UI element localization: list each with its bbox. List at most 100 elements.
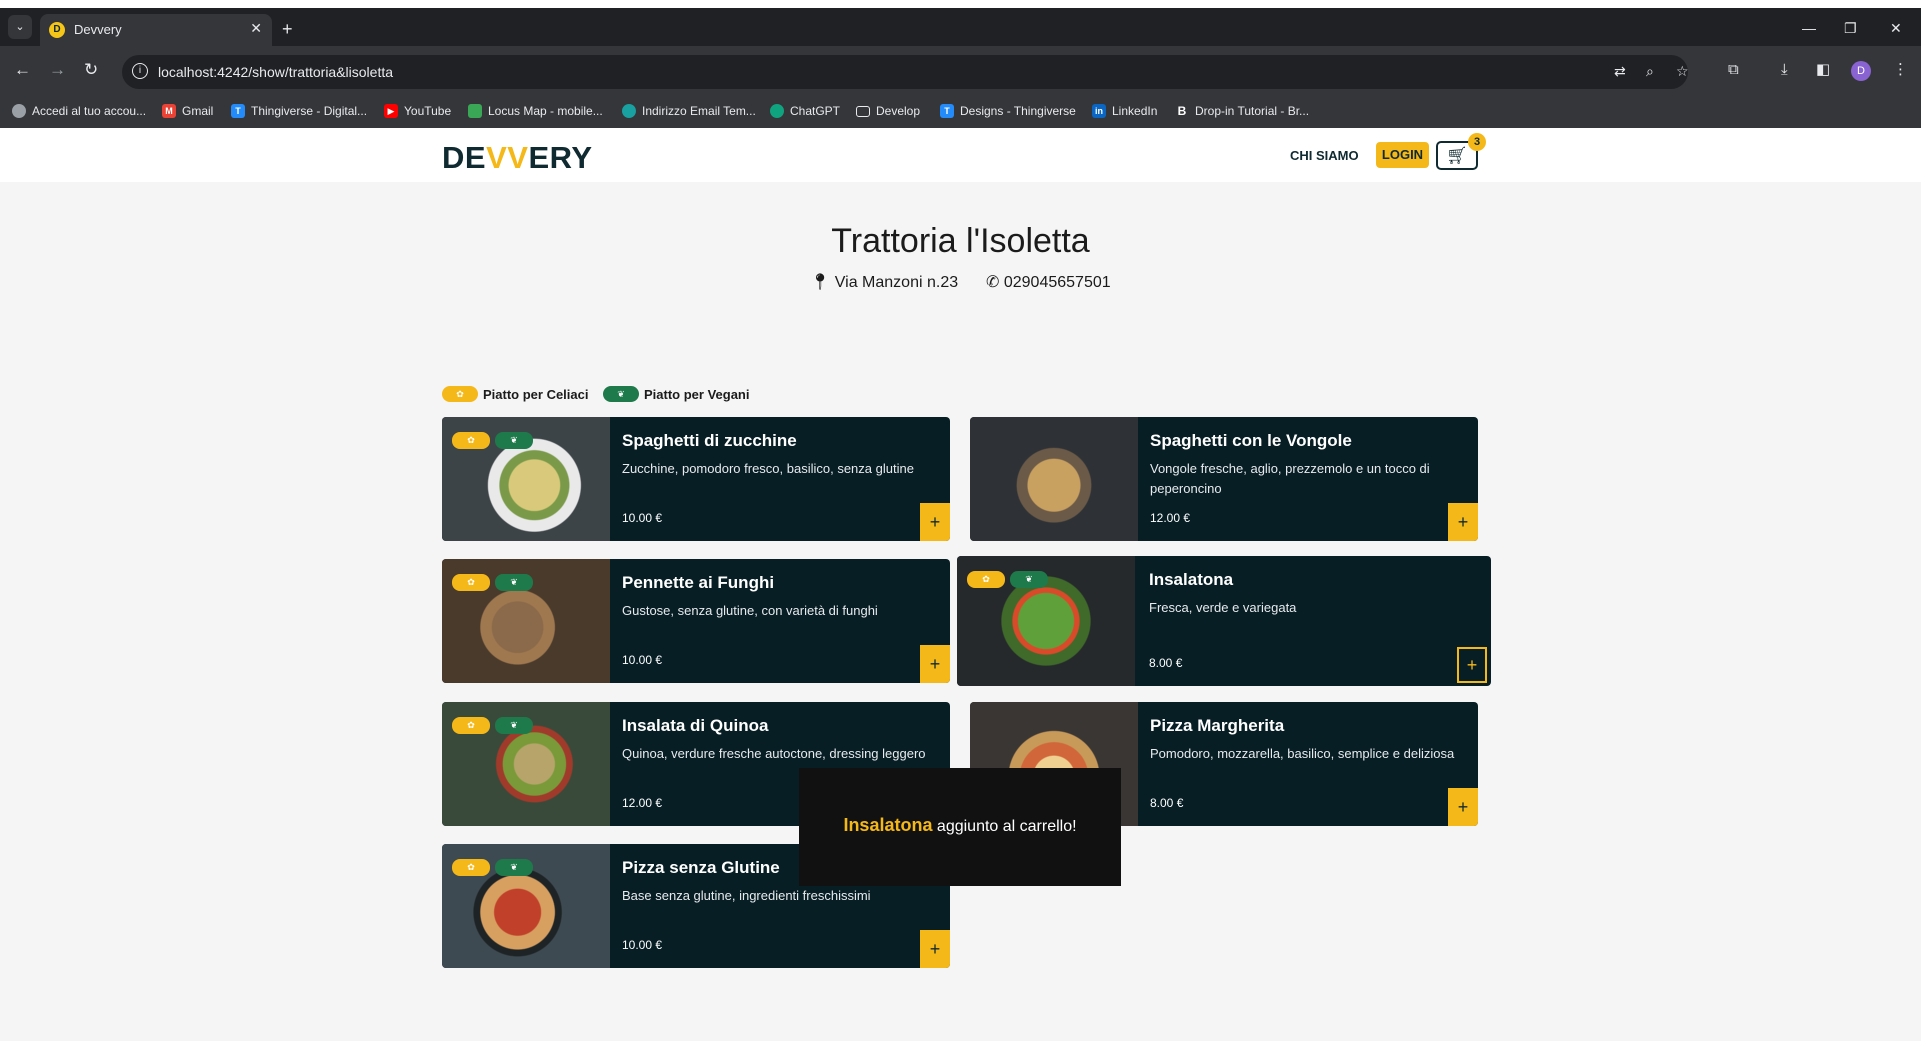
bookmark-develop-folder[interactable]: Develop [856, 104, 920, 118]
reload-icon[interactable]: ↻ [84, 60, 98, 80]
minimize-icon[interactable]: — [1802, 21, 1816, 35]
vegan-leaf-icon: ❦ [495, 859, 533, 876]
bookmark-dropin-tutorial[interactable]: B Drop-in Tutorial - Br... [1175, 104, 1309, 118]
dish-description: Fresca, verde e variegata [1149, 600, 1297, 615]
login-button[interactable]: LOGIN [1376, 142, 1429, 168]
profile-avatar[interactable]: D [1851, 61, 1871, 81]
dish-badges: ✿ ❦ [452, 574, 538, 591]
dish-price: 12.00 € [1150, 511, 1191, 525]
address-bar[interactable]: i localhost:4242/show/trattoria&lisolett… [122, 55, 1689, 89]
dish-badges: ✿ ❦ [452, 717, 538, 734]
menu-icon[interactable]: ⋮ [1893, 61, 1908, 79]
dish-name: Pizza senza Glutine [622, 858, 780, 877]
tab-close-icon[interactable]: ✕ [250, 20, 262, 37]
extensions-icon[interactable]: ⧉ [1728, 61, 1739, 79]
bookmark-chatgpt[interactable]: ChatGPT [770, 104, 840, 118]
vegan-leaf-icon: ❦ [495, 574, 533, 591]
restore-icon[interactable]: ❐ [1844, 21, 1857, 35]
forward-icon[interactable]: → [49, 60, 66, 80]
youtube-icon: ▶ [384, 104, 398, 118]
restaurant-address: 📍︎ Via Manzoni n.23 [810, 272, 958, 292]
dish-price: 8.00 € [1150, 796, 1184, 810]
cart-count-badge: 3 [1468, 133, 1486, 151]
legend-celiac-label: Piatto per Celiaci [483, 386, 589, 402]
logo-text-left: DE [442, 140, 487, 175]
zoom-icon[interactable]: ⌕ [1646, 63, 1654, 80]
dish-price: 12.00 € [622, 796, 663, 810]
bookmark-temp-mail[interactable]: Indirizzo Email Tem... [622, 104, 756, 118]
phone-text: 029045657501 [1003, 274, 1111, 291]
top-strip [0, 0, 1921, 8]
tab-favicon-icon: D [49, 22, 65, 38]
locus-map-icon [468, 104, 482, 118]
browser-tab[interactable]: D Devvery ✕ [40, 14, 272, 46]
dish-description: Zucchine, pomodoro fresco, basilico, sen… [622, 461, 914, 476]
tab-list-button[interactable]: ⌄ [8, 15, 32, 39]
chatgpt-icon [770, 104, 784, 118]
bookmark-locus-map[interactable]: Locus Map - mobile... [468, 104, 603, 118]
bookmark-label: Indirizzo Email Tem... [642, 104, 756, 118]
google-account-icon [12, 104, 26, 118]
address-url[interactable]: localhost:4242/show/trattoria&lisoletta [158, 64, 393, 80]
add-to-cart-button[interactable]: + [1448, 503, 1478, 541]
add-to-cart-button[interactable]: + [920, 930, 950, 968]
dish-card: ✿ ❦ Pennette ai Funghi Gustose, senza gl… [442, 559, 950, 683]
site-info-icon[interactable]: i [132, 63, 148, 79]
bookmark-label: Drop-in Tutorial - Br... [1195, 104, 1310, 118]
bookmark-label: YouTube [404, 104, 452, 118]
vegan-leaf-icon: ❦ [495, 717, 533, 734]
gluten-free-icon: ✿ [442, 386, 478, 402]
gluten-free-icon: ✿ [452, 859, 490, 876]
bookmark-label: LinkedIn [1112, 104, 1158, 118]
bookmark-label: Thingiverse - Digital... [251, 104, 368, 118]
add-to-cart-button[interactable]: + [1457, 647, 1487, 683]
bookmark-thingiverse[interactable]: T Thingiverse - Digital... [231, 104, 367, 118]
dish-image [970, 417, 1138, 541]
dish-description: Base senza glutine, ingredienti freschis… [622, 888, 871, 903]
back-icon[interactable]: ← [14, 60, 31, 80]
dish-price: 10.00 € [622, 938, 663, 952]
bookmark-label: Accedi al tuo accou... [32, 104, 147, 118]
toast-message-text: aggiunto al carrello! [936, 818, 1077, 835]
dish-badges: ✿ ❦ [452, 859, 538, 876]
bookmark-linkedin[interactable]: in LinkedIn [1092, 104, 1157, 118]
address-text: Via Manzoni n.23 [834, 274, 959, 291]
dish-price: 8.00 € [1149, 656, 1183, 670]
site-logo[interactable]: DEVVERY [442, 140, 593, 176]
gluten-free-icon: ✿ [452, 432, 490, 449]
bookmark-designs-thingiverse[interactable]: T Designs - Thingiverse [940, 104, 1076, 118]
add-to-cart-button[interactable]: + [920, 645, 950, 683]
restaurant-name: Trattoria l'Isoletta [831, 222, 1090, 260]
download-icon[interactable]: ⤓ [1781, 61, 1788, 79]
phone-icon: ✆ [986, 274, 1000, 291]
dish-description: Quinoa, verdure fresche autoctone, dress… [622, 746, 926, 761]
dish-price: 10.00 € [622, 653, 663, 667]
dish-name: Spaghetti di zucchine [622, 431, 797, 450]
bookmark-star-icon[interactable]: ☆ [1676, 63, 1689, 80]
dish-name: Pennette ai Funghi [622, 573, 775, 592]
bookmark-youtube[interactable]: ▶ YouTube [384, 104, 451, 118]
added-to-cart-toast: Insalatona aggiunto al carrello! [799, 768, 1121, 886]
bookmark-google-account[interactable]: Accedi al tuo accou... [12, 104, 146, 118]
bookmark-gmail[interactable]: M Gmail [162, 104, 213, 118]
bookmarks-bar: Accedi al tuo accou... M Gmail T Thingiv… [0, 96, 1921, 128]
nav-link-chi-siamo[interactable]: CHI SIAMO [1290, 148, 1359, 163]
dish-badges: ✿ ❦ [967, 571, 1053, 588]
new-tab-button[interactable]: + [282, 20, 293, 38]
side-panel-icon[interactable]: ◧ [1816, 61, 1830, 79]
add-to-cart-button[interactable]: + [1448, 788, 1478, 826]
tab-title: Devvery [74, 22, 122, 37]
add-to-cart-button[interactable]: + [920, 503, 950, 541]
map-pin-icon: 📍︎ [810, 274, 831, 291]
dish-description: Pomodoro, mozzarella, basilico, semplice… [1150, 746, 1455, 761]
bookmark-label: Locus Map - mobile... [488, 104, 603, 118]
web-page: DEVVERY CHI SIAMO LOGIN 🛒︎ 3 Trattoria l… [0, 128, 1921, 1041]
braintree-icon: B [1177, 104, 1187, 118]
browser-toolbar: ← → ↻ i localhost:4242/show/trattoria&li… [0, 46, 1921, 96]
bookmark-label: Develop [876, 104, 921, 118]
vegan-leaf-icon: ❦ [603, 386, 639, 402]
translate-icon[interactable]: ⇄ [1614, 63, 1626, 80]
window-close-icon[interactable]: ✕ [1890, 21, 1902, 35]
gluten-free-icon: ✿ [452, 574, 490, 591]
dish-card: ✿ ❦ Spaghetti di zucchine Zucchine, pomo… [442, 417, 950, 541]
